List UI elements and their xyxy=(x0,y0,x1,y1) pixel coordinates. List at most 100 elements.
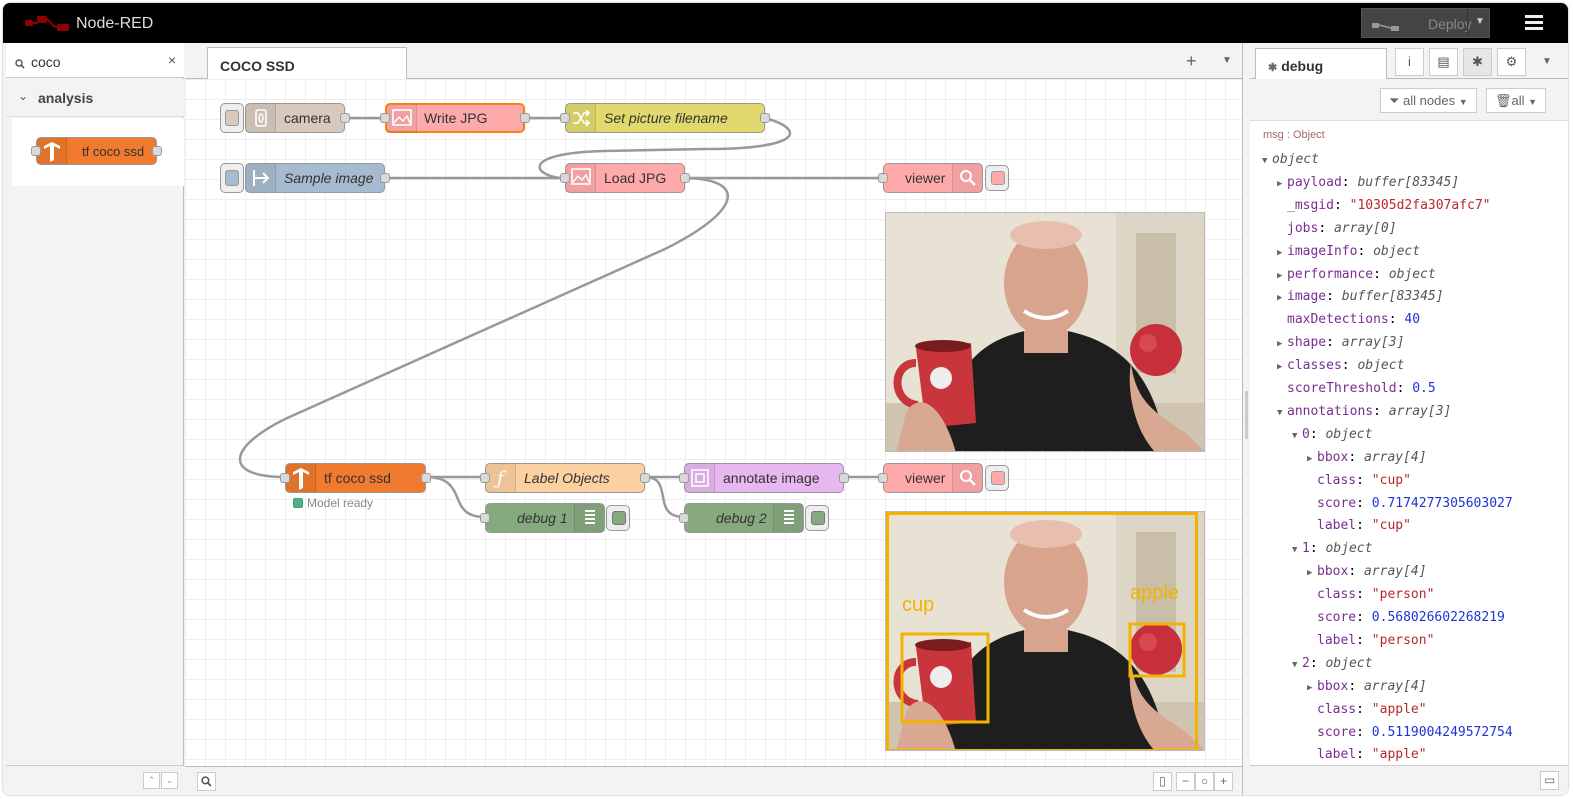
add-flow-icon[interactable]: + xyxy=(1186,51,1197,72)
main-menu-hamburger-icon[interactable] xyxy=(1525,15,1543,31)
debug-tree-key: 1 xyxy=(1302,541,1310,557)
clear-messages-dropdown[interactable]: 🗑all ▼ xyxy=(1486,88,1547,113)
debug-tree-row[interactable]: ▼ annotations: array[3] xyxy=(1277,404,1451,424)
expand-all-icon[interactable]: ⌄ xyxy=(161,772,178,789)
viewer-node-2[interactable]: viewer xyxy=(878,463,983,493)
palette-search-input[interactable]: coco xyxy=(31,54,61,70)
info-tab-icon[interactable]: i xyxy=(1395,48,1424,76)
debug-tree-row[interactable]: ▶ classes: object xyxy=(1277,358,1404,378)
annotate-image-node[interactable]: annotate image xyxy=(679,463,849,493)
search-icon xyxy=(15,56,25,74)
debug-tree-row[interactable]: ▶ performance: object xyxy=(1277,267,1436,287)
debug-tree-value: "apple" xyxy=(1371,747,1427,763)
debug-tree-key: classes xyxy=(1287,358,1342,374)
filter-nodes-dropdown[interactable]: ⏷ all nodes ▼ xyxy=(1380,88,1477,113)
debug-tree-row: class: "apple" xyxy=(1307,702,1427,722)
debug-bug-icon[interactable]: ✱ xyxy=(1463,48,1492,76)
tf-coco-ssd-node[interactable]: tf coco ssd xyxy=(280,463,431,493)
node-red-logo-icon xyxy=(24,13,72,38)
deploy-button[interactable]: Deploy ▼ xyxy=(1361,8,1490,38)
navigator-map-icon[interactable]: ▯ xyxy=(1153,772,1172,791)
output-port xyxy=(640,473,650,483)
caret-closed-icon[interactable]: ▶ xyxy=(1307,454,1317,464)
sidebar-resize-handle[interactable] xyxy=(1242,43,1250,795)
caret-closed-icon[interactable]: ▶ xyxy=(1277,248,1287,258)
config-gear-icon[interactable]: ⚙ xyxy=(1497,48,1526,76)
debug-tree-row[interactable]: ▶ payload: buffer[83345] xyxy=(1277,175,1459,195)
caret-closed-icon[interactable]: ▶ xyxy=(1277,293,1287,303)
debug-tree-row[interactable]: ▶ bbox: array[4] xyxy=(1307,679,1427,699)
debug-tree-key: 0 xyxy=(1302,426,1310,442)
caret-closed-icon[interactable]: ▶ xyxy=(1277,271,1287,281)
caret-open-icon[interactable]: ▼ xyxy=(1292,431,1302,441)
zoom-reset-icon[interactable]: ○ xyxy=(1195,772,1214,791)
sidebar-footer: ▭ xyxy=(1250,765,1568,795)
debug-tree-row[interactable]: ▼ 2: object xyxy=(1292,656,1372,676)
trash-icon: 🗑 xyxy=(1495,93,1512,108)
debug-tree-value: 40 xyxy=(1404,312,1421,328)
search-flows-icon[interactable] xyxy=(197,772,216,791)
caret-open-icon[interactable]: ▼ xyxy=(1277,408,1287,418)
workspace-canvas[interactable]: camera Write JPG Set picture filename Sa… xyxy=(185,79,1242,766)
tab-debug[interactable]: ✱ debug xyxy=(1255,48,1387,80)
debug-tree-row[interactable]: ▶ imageInfo: object xyxy=(1277,244,1420,264)
viewer-toggle-button[interactable] xyxy=(985,465,1009,491)
caret-closed-icon[interactable]: ▶ xyxy=(1307,683,1317,693)
debug-tree-row[interactable]: ▶ image: buffer[83345] xyxy=(1277,289,1444,309)
zoom-out-icon[interactable]: − xyxy=(1176,772,1195,791)
caret-closed-icon[interactable]: ▶ xyxy=(1307,568,1317,578)
palette-category-analysis[interactable]: ⌄ analysis xyxy=(6,79,184,117)
label-objects-node[interactable]: ƒ Label Objects xyxy=(480,463,650,493)
debug-1-node[interactable]: debug 1 xyxy=(480,503,605,533)
debug-tree-key: annotations xyxy=(1287,403,1374,419)
debug-2-toggle-button[interactable] xyxy=(805,505,829,531)
debug-tree-value: "person" xyxy=(1371,632,1435,648)
help-book-icon[interactable]: ▤ xyxy=(1429,48,1458,76)
debug-tree-separator: : xyxy=(1309,655,1326,671)
load-jpg-node[interactable]: Load JPG xyxy=(560,163,690,193)
viewer-toggle-button[interactable] xyxy=(985,165,1009,191)
caret-open-icon[interactable]: ▼ xyxy=(1262,156,1272,166)
tensorflow-icon xyxy=(286,464,316,492)
set-picture-filename-node[interactable]: Set picture filename xyxy=(560,103,770,133)
debug-message-header[interactable]: msg : Object xyxy=(1263,129,1325,141)
caret-closed-icon[interactable]: ▶ xyxy=(1277,362,1287,372)
debug-tree-row[interactable]: ▼ 0: object xyxy=(1292,427,1372,447)
debug-1-label: debug 1 xyxy=(517,510,568,526)
caret-closed-icon[interactable]: ▶ xyxy=(1277,339,1287,349)
debug-tree-value: "cup" xyxy=(1371,472,1411,488)
zoom-in-icon[interactable]: + xyxy=(1214,772,1233,791)
debug-tree-row[interactable]: ▶ shape: array[3] xyxy=(1277,335,1404,355)
input-port xyxy=(560,113,570,123)
debug-2-node[interactable]: debug 2 xyxy=(679,503,804,533)
caret-open-icon[interactable]: ▼ xyxy=(1292,545,1302,555)
flow-list-caret-icon[interactable]: ▼ xyxy=(1222,55,1232,66)
camera-trigger-button[interactable] xyxy=(220,103,244,133)
clear-search-icon[interactable]: × xyxy=(168,52,176,68)
debug-tree-row[interactable]: ▼ object xyxy=(1262,152,1319,172)
sample-image-node[interactable]: Sample image xyxy=(245,163,390,193)
debug-tree-separator: : xyxy=(1356,472,1372,488)
debug-tree-row: score: 0.5119004249572754 xyxy=(1307,725,1513,745)
debug-tree-value: array[4] xyxy=(1363,564,1427,580)
debug-1-toggle-button[interactable] xyxy=(606,505,630,531)
sample-image-inject-button[interactable] xyxy=(220,163,244,193)
viewer-node-1[interactable]: viewer xyxy=(878,163,983,193)
palette-node-tf-coco-ssd[interactable]: tf coco ssd xyxy=(31,137,162,165)
write-jpg-node[interactable]: Write JPG xyxy=(380,103,530,133)
debug-tree-row[interactable]: ▶ bbox: array[4] xyxy=(1307,564,1427,584)
tab-coco-ssd[interactable]: COCO SSD xyxy=(207,47,407,80)
deploy-menu-caret-icon[interactable]: ▼ xyxy=(1475,16,1485,27)
debug-tree-value: buffer[83345] xyxy=(1357,174,1460,190)
caret-open-icon[interactable]: ▼ xyxy=(1292,660,1302,670)
tab-debug-label: debug xyxy=(1281,58,1324,74)
debug-tree-row[interactable]: ▶ bbox: array[4] xyxy=(1307,450,1427,470)
sidebar-menu-caret-icon[interactable]: ▼ xyxy=(1542,56,1552,67)
bug-icon: ✱ xyxy=(1268,62,1278,74)
camera-node[interactable]: camera xyxy=(245,103,350,133)
debug-tree-row[interactable]: ▼ 1: object xyxy=(1292,541,1372,561)
open-window-icon[interactable]: ▭ xyxy=(1540,771,1559,790)
caret-closed-icon[interactable]: ▶ xyxy=(1277,179,1287,189)
debug-tree-key: object xyxy=(1272,152,1319,167)
collapse-all-icon[interactable]: ⌃ xyxy=(143,772,160,789)
